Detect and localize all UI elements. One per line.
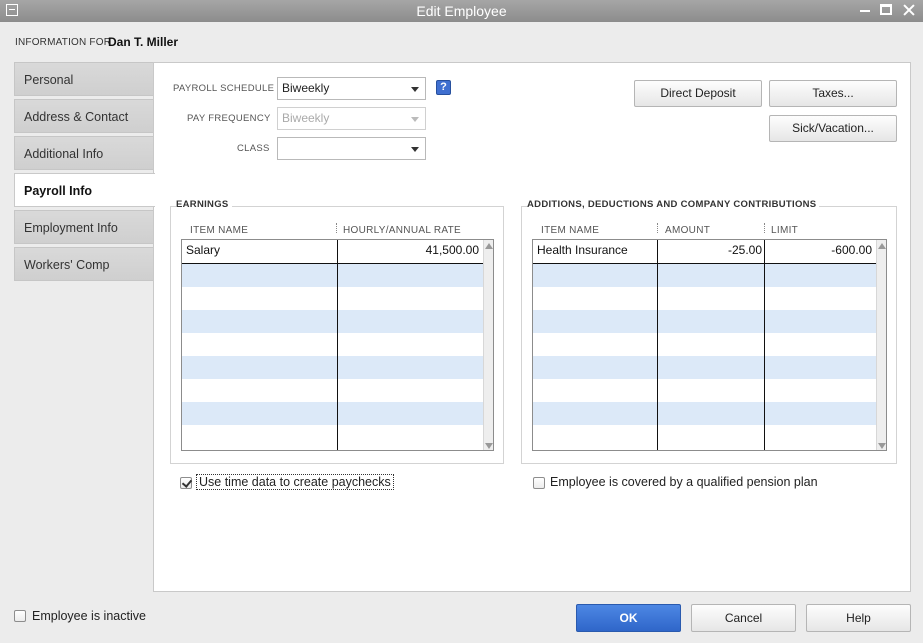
column-separator [657, 223, 658, 233]
payroll-schedule-label: PAYROLL SCHEDULE [173, 83, 275, 94]
additions-col-amount: AMOUNT [665, 225, 711, 236]
tab-employment-info[interactable]: Employment Info [14, 210, 154, 244]
table-row[interactable] [182, 402, 484, 425]
system-menu-icon[interactable] [6, 4, 18, 16]
column-divider [764, 240, 765, 450]
table-row[interactable] [533, 310, 877, 333]
additions-col-item-name: ITEM NAME [541, 225, 600, 236]
table-row[interactable] [182, 425, 484, 448]
table-row[interactable] [182, 379, 484, 402]
tab-payroll-info[interactable]: Payroll Info [14, 173, 155, 207]
table-row[interactable] [533, 264, 877, 287]
use-time-data-label[interactable]: Use time data to create paychecks [196, 474, 394, 490]
additions-col-limit: LIMIT [771, 225, 799, 236]
payroll-schedule-dropdown[interactable]: Biweekly [277, 77, 426, 100]
help-button[interactable]: Help [806, 604, 911, 632]
ok-button[interactable]: OK [576, 604, 681, 632]
earnings-rate-cell[interactable]: 41,500.00 [426, 240, 479, 263]
pay-frequency-dropdown[interactable]: Biweekly [277, 107, 426, 130]
table-row[interactable] [182, 264, 484, 287]
table-row[interactable] [182, 356, 484, 379]
pay-frequency-label: PAY FREQUENCY [187, 113, 271, 124]
earnings-col-item-name: ITEM NAME [190, 225, 249, 236]
earnings-col-rate: HOURLY/ANNUAL RATE [343, 225, 462, 236]
earnings-item-cell[interactable]: Salary [186, 240, 220, 263]
table-row[interactable] [182, 333, 484, 356]
additions-table[interactable]: Health Insurance -25.00 -600.00 [532, 239, 887, 451]
chevron-down-icon [411, 117, 419, 122]
additions-title: ADDITIONS, DEDUCTIONS AND COMPANY CONTRI… [527, 199, 820, 210]
scroll-down-icon[interactable] [485, 443, 493, 449]
tab-address-contact[interactable]: Address & Contact [14, 99, 154, 133]
close-icon[interactable] [902, 3, 916, 17]
table-row[interactable] [533, 333, 877, 356]
use-time-data-checkbox[interactable] [180, 477, 192, 489]
sick-vacation-button[interactable]: Sick/Vacation... [769, 115, 897, 142]
title-bar: Edit Employee [0, 0, 923, 22]
help-icon[interactable]: ? [436, 80, 451, 95]
table-row[interactable] [533, 287, 877, 310]
column-separator [764, 223, 765, 233]
column-divider [657, 240, 658, 450]
earnings-scrollbar[interactable] [483, 240, 493, 450]
class-dropdown[interactable] [277, 137, 426, 160]
table-row[interactable] [533, 379, 877, 402]
scroll-down-icon[interactable] [878, 443, 886, 449]
scroll-up-icon[interactable] [878, 243, 886, 249]
payroll-schedule-value: Biweekly [282, 81, 330, 95]
table-row[interactable] [533, 356, 877, 379]
employee-inactive-checkbox[interactable] [14, 610, 26, 622]
window-title: Edit Employee [416, 3, 507, 19]
additions-item-cell[interactable]: Health Insurance [537, 240, 628, 263]
additions-limit-cell[interactable]: -600.00 [766, 240, 872, 263]
tab-additional-info[interactable]: Additional Info [14, 136, 154, 170]
information-for-label: INFORMATION FOR [15, 37, 112, 48]
chevron-down-icon [411, 147, 419, 152]
pension-plan-checkbox[interactable] [533, 477, 545, 489]
table-row[interactable] [533, 425, 877, 448]
tab-personal[interactable]: Personal [14, 62, 154, 96]
additions-amount-cell[interactable]: -25.00 [659, 240, 762, 263]
scroll-up-icon[interactable] [485, 243, 493, 249]
additions-scrollbar[interactable] [876, 240, 886, 450]
table-row[interactable]: Salary 41,500.00 [182, 240, 484, 263]
pension-plan-label[interactable]: Employee is covered by a qualified pensi… [550, 475, 818, 489]
cancel-button[interactable]: Cancel [691, 604, 796, 632]
class-label: CLASS [237, 143, 270, 154]
payroll-info-panel: PAYROLL SCHEDULE Biweekly ? PAY FREQUENC… [153, 62, 911, 592]
direct-deposit-button[interactable]: Direct Deposit [634, 80, 762, 107]
table-row[interactable] [533, 402, 877, 425]
column-separator [336, 223, 337, 233]
pay-frequency-value: Biweekly [282, 111, 330, 125]
tab-workers-comp[interactable]: Workers' Comp [14, 247, 154, 281]
table-row[interactable]: Health Insurance -25.00 -600.00 [533, 240, 877, 263]
minimize-icon[interactable] [858, 3, 872, 17]
column-divider [337, 240, 338, 450]
employee-name: Dan T. Miller [108, 35, 179, 49]
table-row[interactable] [182, 287, 484, 310]
earnings-title: EARNINGS [176, 199, 232, 210]
employee-inactive-label[interactable]: Employee is inactive [32, 609, 146, 623]
chevron-down-icon [411, 87, 419, 92]
maximize-icon[interactable] [880, 4, 892, 15]
taxes-button[interactable]: Taxes... [769, 80, 897, 107]
table-row[interactable] [182, 310, 484, 333]
earnings-table[interactable]: Salary 41,500.00 [181, 239, 494, 451]
